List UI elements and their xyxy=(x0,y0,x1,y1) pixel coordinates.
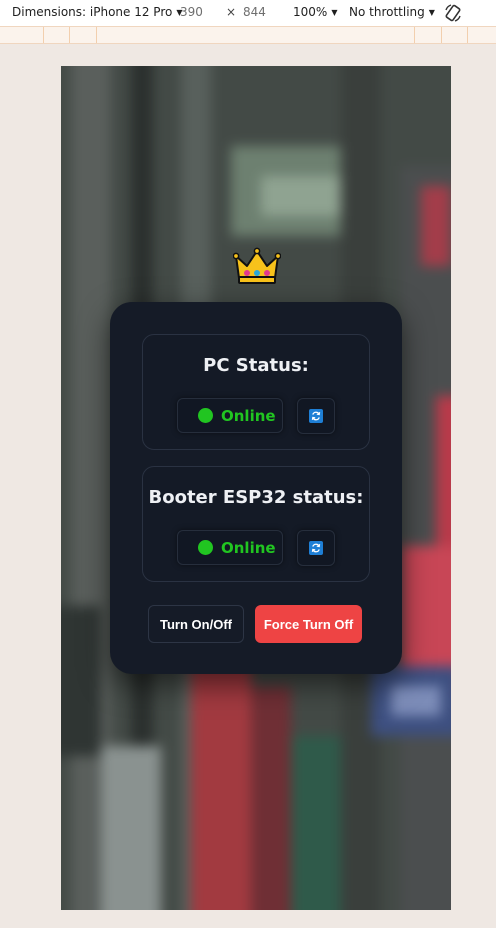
control-card: PC Status: Online Booter ESP32 status: O… xyxy=(110,302,402,674)
booter-status-text: Online xyxy=(221,538,276,557)
pc-status-indicator: Online xyxy=(177,398,283,433)
zoom-select[interactable]: 100% ▼ xyxy=(293,5,337,19)
refresh-icon xyxy=(309,409,323,423)
pc-status-panel: PC Status: Online xyxy=(142,334,370,450)
booter-status-title: Booter ESP32 status: xyxy=(148,487,364,508)
media-query-ruler[interactable] xyxy=(0,26,496,44)
booter-status-indicator: Online xyxy=(177,530,283,565)
devtools-device-toolbar: Dimensions: iPhone 12 Pro ▼ 390 × 844 10… xyxy=(0,0,496,26)
zoom-label: 100% xyxy=(293,5,328,19)
pc-refresh-button[interactable] xyxy=(297,398,335,434)
crown-icon xyxy=(233,247,281,284)
turn-on-off-button[interactable]: Turn On/Off xyxy=(148,605,244,643)
dimension-separator: × xyxy=(226,5,237,19)
device-label: Dimensions: iPhone 12 Pro xyxy=(12,5,173,19)
throttling-select[interactable]: No throttling ▼ xyxy=(349,5,435,19)
pc-status-text: Online xyxy=(221,406,276,425)
booter-refresh-button[interactable] xyxy=(297,530,335,566)
chevron-down-icon: ▼ xyxy=(428,7,435,17)
booter-status-panel: Booter ESP32 status: Online xyxy=(142,466,370,582)
width-input[interactable]: 390 xyxy=(180,5,203,19)
height-input[interactable]: 844 xyxy=(243,5,266,19)
device-select[interactable]: Dimensions: iPhone 12 Pro ▼ xyxy=(12,5,183,19)
device-viewport: PC Status: Online Booter ESP32 status: O… xyxy=(61,66,451,910)
refresh-icon xyxy=(309,541,323,555)
pc-status-title: PC Status: xyxy=(203,355,309,376)
force-turn-off-button[interactable]: Force Turn Off xyxy=(255,605,362,643)
status-dot-icon xyxy=(198,408,213,423)
throttling-label: No throttling xyxy=(349,5,425,19)
rotate-icon[interactable] xyxy=(443,3,463,23)
status-dot-icon xyxy=(198,540,213,555)
chevron-down-icon: ▼ xyxy=(331,7,338,17)
